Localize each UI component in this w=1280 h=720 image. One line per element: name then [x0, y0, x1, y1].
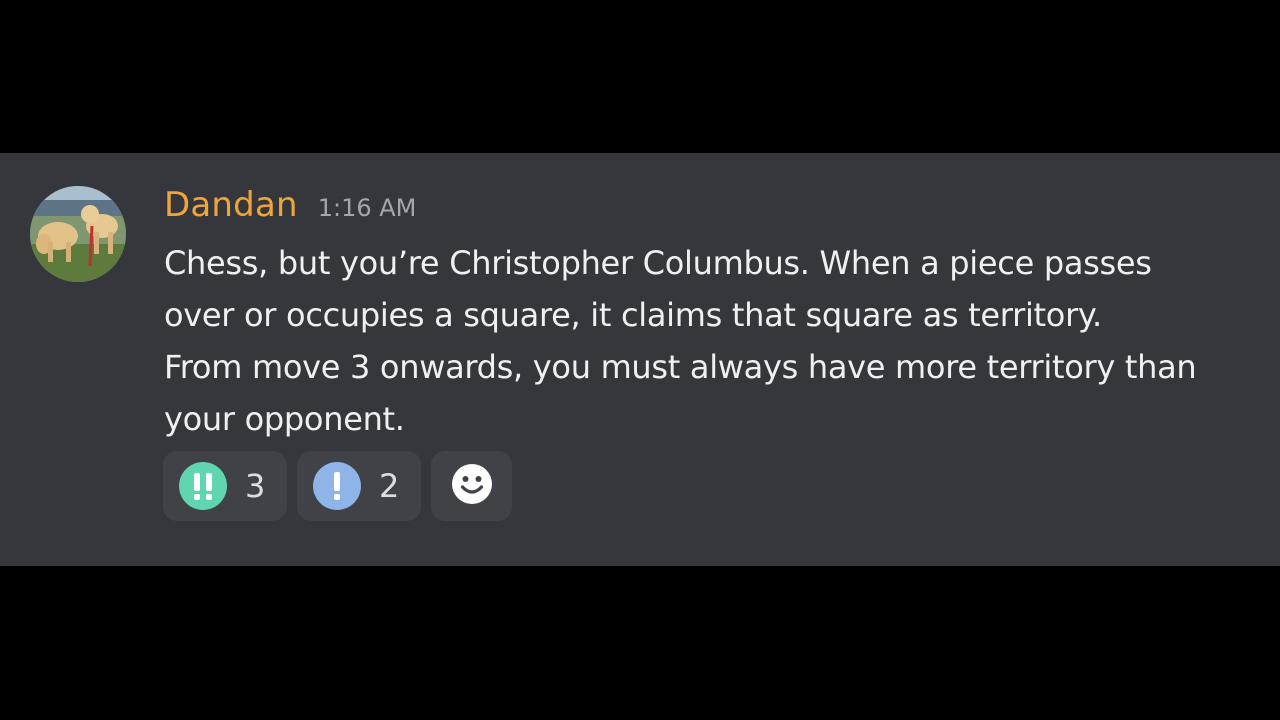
- message-line: Chess, but you’re Christopher Columbus. …: [164, 244, 1152, 282]
- message-content: Chess, but you’re Christopher Columbus. …: [164, 237, 1234, 445]
- chat-message: Dandan 1:16 AM Chess, but you’re Christo…: [0, 153, 1280, 566]
- message-line: over or occupies a square, it claims tha…: [164, 296, 1102, 334]
- reactions-bar: 3 2: [163, 451, 512, 521]
- username[interactable]: Dandan: [164, 185, 298, 225]
- double-exclamation-icon: [179, 462, 227, 510]
- smiley-add-reaction-icon: [451, 463, 493, 509]
- message-line: your opponent.: [164, 400, 405, 438]
- video-frame: Dandan 1:16 AM Chess, but you’re Christo…: [0, 0, 1280, 720]
- reaction-exclamation[interactable]: 2: [297, 451, 421, 521]
- reaction-count: 3: [245, 467, 266, 505]
- add-reaction-button[interactable]: [431, 451, 512, 521]
- message-line: From move 3 onwards, you must always hav…: [164, 348, 1197, 386]
- reaction-count: 2: [379, 467, 400, 505]
- avatar[interactable]: [30, 186, 126, 282]
- avatar-dogs-image: [30, 186, 126, 282]
- message-header: Dandan 1:16 AM: [164, 185, 416, 231]
- reaction-double-exclamation[interactable]: 3: [163, 451, 287, 521]
- timestamp: 1:16 AM: [317, 194, 417, 222]
- exclamation-icon: [313, 462, 361, 510]
